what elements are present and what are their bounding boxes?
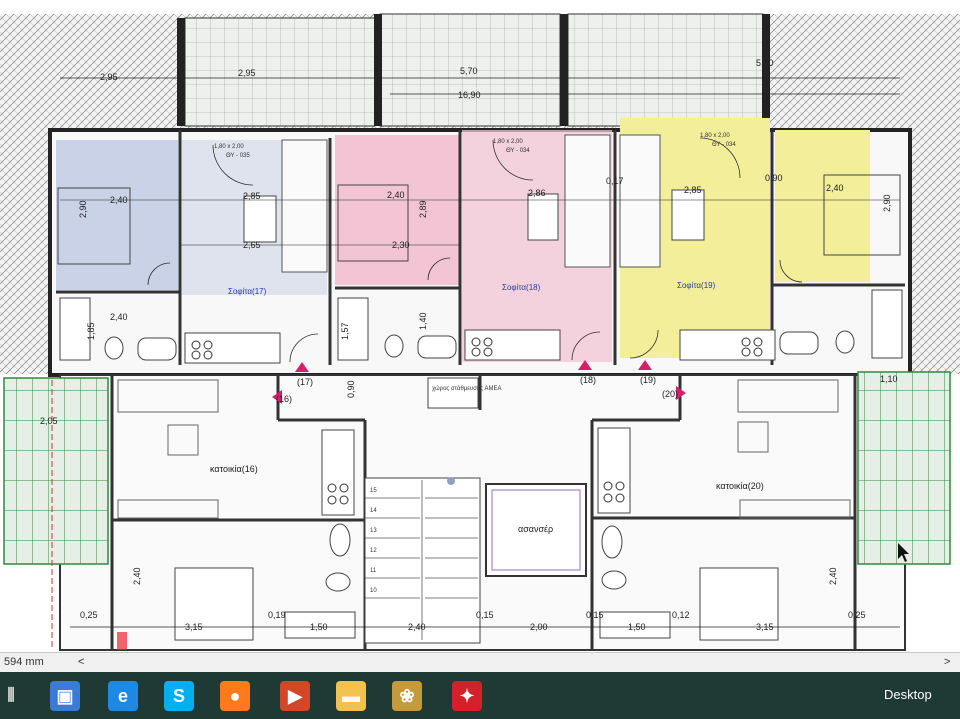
explorer-icon[interactable]: ▬ <box>336 681 366 711</box>
bottom-dim-7: 2,00 <box>530 622 548 632</box>
door-size-17: 1,80 x 2,00 <box>214 144 244 150</box>
bottom-dim-2: 3,15 <box>185 622 203 632</box>
dim-18-f: 1,40 <box>418 312 428 330</box>
dim-18-a: 2,40 <box>387 190 405 200</box>
bottom-dim-6: 0,15 <box>476 610 494 620</box>
top-dim-4: 16,90 <box>458 90 481 100</box>
door-size-19: 1,80 x 2,00 <box>700 133 730 139</box>
unit-18-bedroom-zone <box>335 135 460 285</box>
balcony-left-dim: 2,05 <box>40 416 58 426</box>
bottom-dim-12: 0,25 <box>848 610 866 620</box>
dim-19-a: 2,85 <box>684 185 702 195</box>
apartment-label-16: κατοικία(16) <box>210 464 258 474</box>
dim-17-f: 1,85 <box>86 322 96 340</box>
door-size-18: 1,80 x 2,00 <box>493 139 523 145</box>
bottom-dim-3: 0,19 <box>268 610 286 620</box>
dim-17-d: 2,90 <box>78 200 88 218</box>
dim-17-b: 2,85 <box>243 191 261 201</box>
balcony-right <box>857 371 951 565</box>
dim-17-c: 2,65 <box>243 240 261 250</box>
taskbar: ⫼ ▣ e S ● ▶ ▬ ❀ ✦ Desktop <box>0 672 960 719</box>
dim-19-c: 2,90 <box>882 194 892 212</box>
dim-19-b: 2,40 <box>826 183 844 193</box>
dim-18-d: 2,89 <box>418 200 428 218</box>
unit-17-bedroom-zone <box>56 140 178 290</box>
stair-step-number: 13 <box>370 528 377 534</box>
top-dim-5: 2,95 <box>100 72 118 82</box>
unit-19-bedroom-zone <box>775 130 870 282</box>
paw-icon[interactable]: ❀ <box>392 681 422 711</box>
door-code-17: ΘΥ - 035 <box>226 153 250 159</box>
balcony-right-dim: 1,10 <box>880 374 898 384</box>
bottom-dim-8: 0,15 <box>586 610 604 620</box>
stair-step-number: 12 <box>370 548 377 554</box>
dim-19-e: 0,90 <box>765 173 783 183</box>
door-code-18: ΘΥ - 034 <box>506 148 530 154</box>
desktop-toolbar-label[interactable]: Desktop <box>884 687 932 702</box>
media-icon[interactable]: ▶ <box>280 681 310 711</box>
store-icon[interactable]: ▣ <box>50 681 80 711</box>
status-bar: 594 mm < > <box>0 652 960 673</box>
room-label-19: Σοφίτα(19) <box>677 281 716 290</box>
lower-dim-right: 2,40 <box>828 567 838 585</box>
dim-18-b: 2,30 <box>392 240 410 250</box>
dim-17-e: 2,40 <box>110 312 128 322</box>
edge-icon[interactable]: e <box>108 681 138 711</box>
bottom-dim-9: 1,50 <box>628 622 646 632</box>
stair-step-number: 15 <box>370 488 377 494</box>
stairwell <box>364 477 481 644</box>
top-dim-3: 5,90 <box>756 58 774 68</box>
roof-hatch-right <box>910 14 960 374</box>
terrace-1 <box>184 17 376 127</box>
bottom-dim-1: 0,25 <box>80 610 98 620</box>
stair-step-number: 10 <box>370 588 377 594</box>
task-view-icon[interactable]: ⫼ <box>2 681 20 711</box>
corridor-dim: 0,90 <box>346 380 356 398</box>
entry-tag-16: (16) <box>276 394 292 404</box>
entry-tag-20: (20) <box>662 389 678 399</box>
firefox-icon[interactable]: ● <box>220 681 250 711</box>
bottom-dim-10: 0,12 <box>672 610 690 620</box>
apartment-label-20: κατοικία(20) <box>716 481 764 491</box>
stair-step-number: 14 <box>370 508 377 514</box>
roof-hatch-left <box>0 14 50 374</box>
pdf-viewer[interactable]: 2,95 5,70 5,90 16,90 2,95 2,40 2,85 2,65… <box>0 0 960 672</box>
skype-icon[interactable]: S <box>164 681 194 711</box>
bottom-dim-5: 2,40 <box>408 622 426 632</box>
terrace-3 <box>567 13 764 127</box>
lower-dim-left: 2,40 <box>132 567 142 585</box>
acrobat-icon[interactable]: ✦ <box>452 681 482 711</box>
top-dim-1: 2,95 <box>238 68 256 78</box>
door-code-19: ΘΥ - 034 <box>712 142 736 148</box>
scroll-left-button[interactable]: < <box>78 656 84 668</box>
top-dim-2: 5,70 <box>460 66 478 76</box>
lift-label: ασανσέρ <box>518 524 553 534</box>
balcony-left <box>3 377 109 565</box>
amea-label: χώρος στάθμευσης ΑΜΕΑ <box>432 385 501 392</box>
dim-18-e: 1,57 <box>340 322 350 340</box>
room-label-18: Σοφίτα(18) <box>502 283 541 292</box>
scale-readout: 594 mm <box>4 656 44 668</box>
dim-19-d: 0,17 <box>606 176 624 186</box>
floor-plan[interactable]: 2,95 5,70 5,90 16,90 2,95 2,40 2,85 2,65… <box>0 0 960 652</box>
dim-17-a: 2,40 <box>110 195 128 205</box>
room-label-17: Σοφίτα(17) <box>228 287 267 296</box>
bottom-dim-4: 1,50 <box>310 622 328 632</box>
bottom-dim-11: 3,15 <box>756 622 774 632</box>
entry-tag-19: (19) <box>640 375 656 385</box>
entry-tag-18: (18) <box>580 375 596 385</box>
amea-box <box>427 377 479 409</box>
entry-tag-17: (17) <box>297 377 313 387</box>
stair-step-number: 11 <box>370 568 377 574</box>
dim-18-c: 2,86 <box>528 188 546 198</box>
scroll-right-button[interactable]: > <box>944 656 950 668</box>
